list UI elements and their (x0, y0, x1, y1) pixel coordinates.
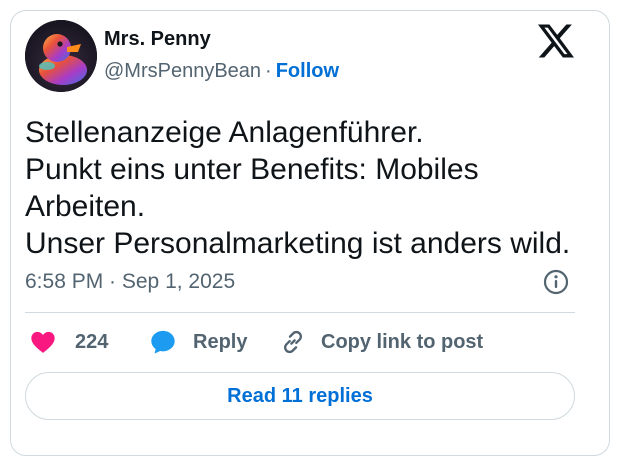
copy-link-label: Copy link to post (321, 330, 484, 353)
like-button[interactable]: 224 (29, 326, 108, 358)
follow-button[interactable]: Follow (276, 60, 339, 82)
divider (25, 312, 575, 313)
read-replies-button[interactable]: Read 11 replies (25, 372, 575, 420)
author-handle[interactable]: @MrsPennyBean (104, 60, 261, 82)
reply-label: Reply (193, 330, 248, 353)
info-icon[interactable] (543, 269, 569, 295)
avatar[interactable] (25, 20, 97, 92)
author-handle-row: @MrsPennyBean · Follow (104, 60, 339, 83)
heart-icon (31, 331, 55, 353)
tweet-text: Stellenanzeige Anlagenführer. Punkt eins… (25, 116, 571, 260)
author-display-name[interactable]: Mrs. Penny (104, 28, 211, 51)
speech-bubble-icon (151, 330, 175, 354)
x-logo-icon[interactable] (538, 24, 574, 58)
action-bar: 224 Reply Copy link to post (25, 326, 585, 358)
copy-link-button[interactable]: Copy link to post (279, 326, 483, 358)
reply-button[interactable]: Reply (149, 326, 247, 358)
tweet-timestamp[interactable]: 6:58 PM · Sep 1, 2025 (25, 270, 235, 294)
link-icon (283, 330, 303, 354)
rubber-duck-avatar-icon (25, 20, 97, 92)
like-count: 224 (75, 330, 109, 353)
separator: · (265, 60, 272, 82)
